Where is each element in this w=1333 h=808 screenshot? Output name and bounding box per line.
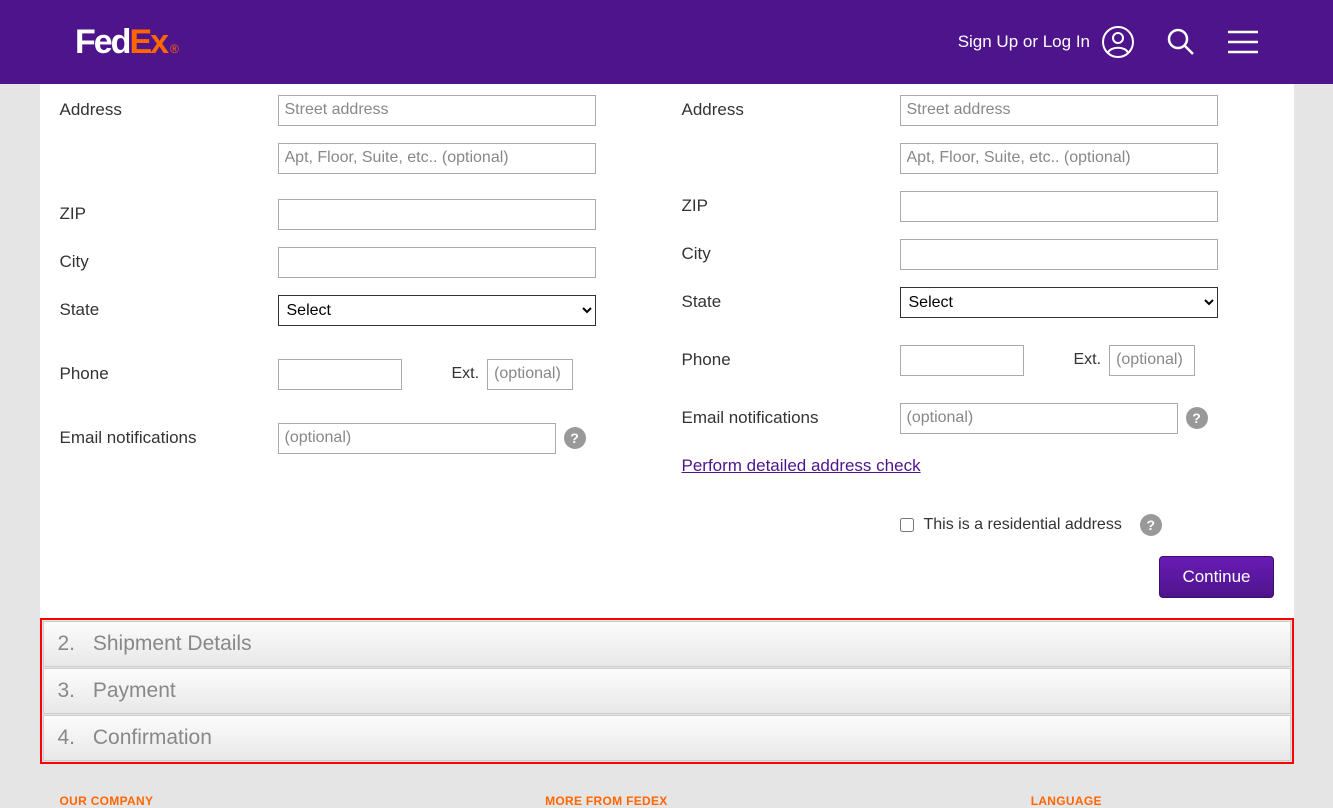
header-right: Sign Up or Log In [958, 26, 1258, 58]
from-phone-input[interactable] [278, 359, 402, 390]
residential-row: This is a residential address ? [900, 514, 1274, 536]
header: Fed Ex ® Sign Up or Log In [0, 0, 1333, 84]
step-confirmation[interactable]: 4. Confirmation [43, 715, 1291, 761]
to-state-select[interactable]: Select [900, 287, 1218, 318]
logo-ex-text: Ex [129, 23, 167, 62]
help-icon[interactable]: ? [564, 427, 586, 449]
continue-button[interactable]: Continue [1159, 556, 1273, 598]
fedex-logo[interactable]: Fed Ex ® [75, 23, 179, 62]
user-icon [1102, 26, 1134, 58]
logo-reg-mark: ® [170, 42, 179, 56]
footer: OUR COMPANY MORE FROM FEDEX LANGUAGE [40, 794, 1294, 808]
signin-label: Sign Up or Log In [958, 32, 1090, 52]
hamburger-icon [1228, 30, 1258, 54]
from-street-input[interactable] [278, 95, 596, 126]
residential-checkbox[interactable] [900, 518, 914, 532]
step-payment[interactable]: 3. Payment [43, 668, 1291, 714]
to-ext-label: Ext. [1074, 351, 1102, 369]
step-label: Shipment Details [93, 632, 252, 655]
from-column: Address ZIP City State Select [60, 92, 652, 536]
from-city-label: City [60, 252, 278, 272]
help-icon[interactable]: ? [1186, 407, 1208, 429]
address-check-link[interactable]: Perform detailed address check [682, 456, 921, 476]
to-email-label: Email notifications [682, 408, 900, 428]
to-ext-input[interactable]: (optional) [1109, 345, 1195, 376]
from-city-input[interactable] [278, 247, 596, 278]
to-zip-label: ZIP [682, 196, 900, 216]
steps-accordion: 2. Shipment Details 3. Payment 4. Confir… [40, 618, 1294, 764]
to-zip-input[interactable] [900, 191, 1218, 222]
signin-link[interactable]: Sign Up or Log In [958, 26, 1134, 58]
search-icon [1166, 27, 1196, 57]
from-ext-label: Ext. [452, 365, 480, 383]
search-button[interactable] [1166, 27, 1196, 57]
menu-button[interactable] [1228, 30, 1258, 54]
from-apt-input[interactable] [278, 143, 596, 174]
from-email-input[interactable] [278, 423, 556, 454]
to-city-input[interactable] [900, 239, 1218, 270]
from-zip-input[interactable] [278, 199, 596, 230]
logo-fed-text: Fed [75, 23, 129, 62]
footer-our-company[interactable]: OUR COMPANY [60, 794, 546, 808]
residential-label: This is a residential address [924, 516, 1122, 534]
to-state-label: State [682, 292, 900, 312]
step-shipment-details[interactable]: 2. Shipment Details [43, 621, 1291, 667]
to-email-input[interactable] [900, 403, 1178, 434]
from-email-label: Email notifications [60, 428, 278, 448]
from-state-select[interactable]: Select [278, 295, 596, 326]
footer-language[interactable]: LANGUAGE [1031, 794, 1274, 808]
help-icon[interactable]: ? [1140, 514, 1162, 536]
to-city-label: City [682, 244, 900, 264]
from-ext-input[interactable]: (optional) [487, 359, 573, 390]
to-street-input[interactable] [900, 95, 1218, 126]
to-address-label: Address [682, 100, 900, 120]
footer-more-from[interactable]: MORE FROM FEDEX [545, 794, 1031, 808]
to-phone-label: Phone [682, 350, 900, 370]
to-apt-input[interactable] [900, 143, 1218, 174]
from-phone-label: Phone [60, 364, 278, 384]
step-number: 3. [58, 679, 76, 702]
step-number: 2. [58, 632, 76, 655]
to-column: Address ZIP City State Select [682, 92, 1274, 536]
from-address-label: Address [60, 100, 278, 120]
step-number: 4. [58, 726, 76, 749]
from-zip-label: ZIP [60, 204, 278, 224]
main-form-panel: Address ZIP City State Select [40, 84, 1294, 618]
to-phone-input[interactable] [900, 345, 1024, 376]
from-state-label: State [60, 300, 278, 320]
step-label: Payment [93, 679, 176, 702]
step-label: Confirmation [93, 726, 212, 749]
